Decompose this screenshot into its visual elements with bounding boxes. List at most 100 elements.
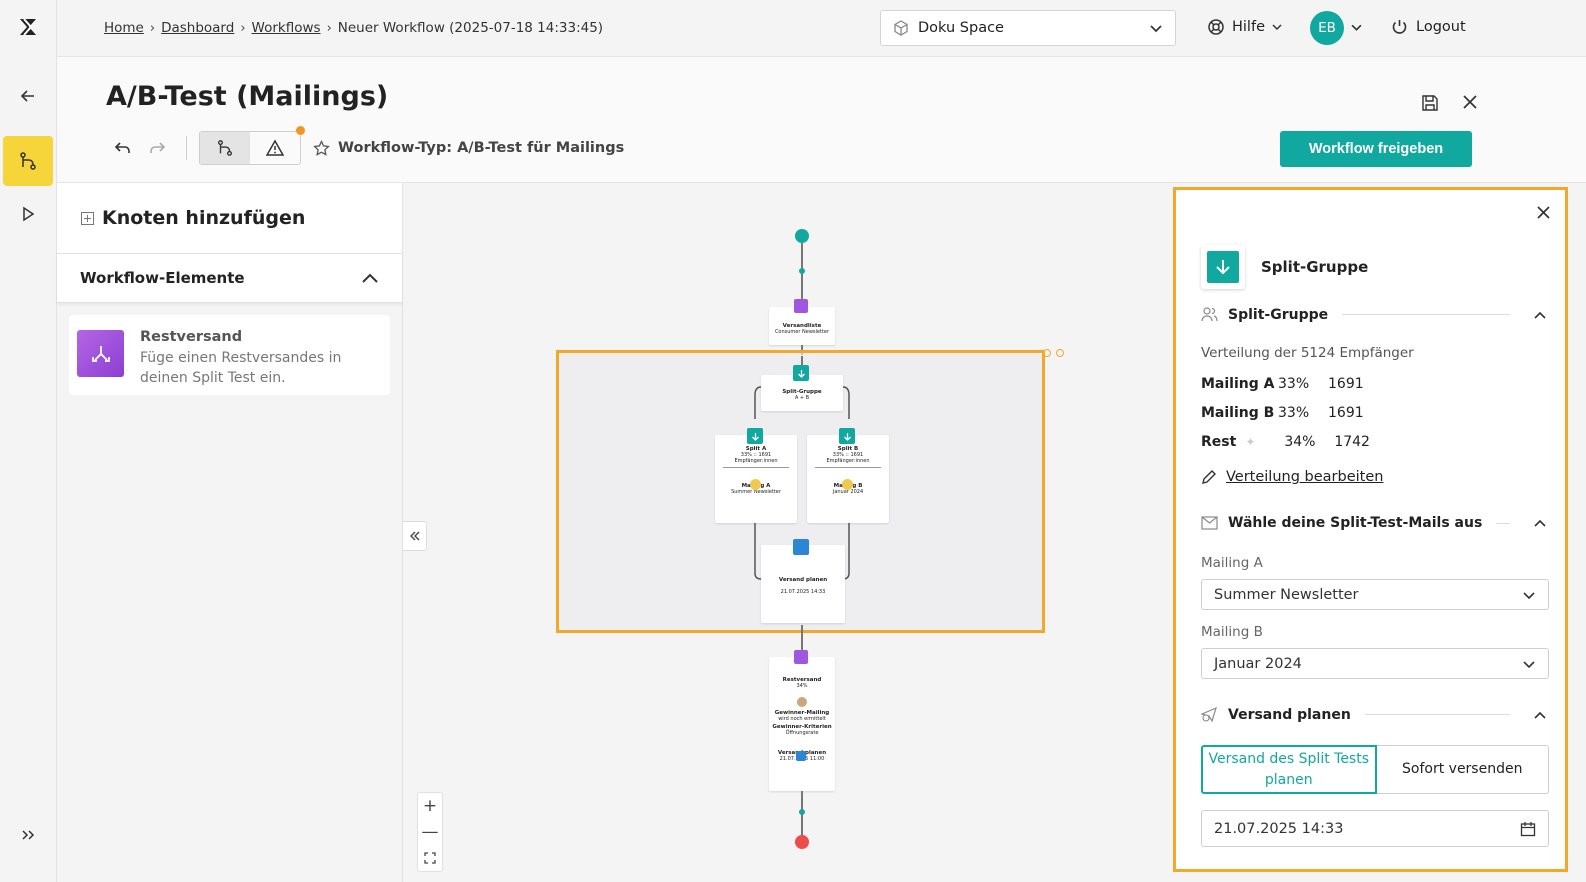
breadcrumb-dashboard[interactable]: Dashboard (161, 20, 234, 36)
collapse-panel-button[interactable] (403, 521, 427, 551)
avatar[interactable]: EB (1310, 11, 1344, 45)
fit-view-icon[interactable] (418, 845, 442, 871)
send-clock-icon (1201, 706, 1217, 723)
node-rest[interactable]: Restversand 34% Gewinner-Mailing wird no… (769, 657, 835, 791)
distribution-name: Rest (1201, 434, 1237, 450)
calendar-icon[interactable] (1520, 821, 1536, 837)
expand-rail-icon[interactable] (3, 810, 53, 860)
distribution-percent: 33% (1278, 405, 1310, 421)
node-settings-panel: Split-Gruppe Split-Gruppe Verteilung der… (1173, 187, 1568, 872)
back-arrow-icon[interactable] (3, 71, 53, 121)
send-mode-toggle: Versand des Split Tests planen Sofort ve… (1201, 745, 1549, 794)
date-value: 21.07.2025 14:33 (1214, 820, 1344, 837)
chevron-down-icon (1523, 591, 1535, 599)
app-logo-icon[interactable] (17, 16, 39, 38)
node-schedule[interactable]: Versand planen 21.07.2025 14:33 (761, 545, 845, 623)
section-divider (1342, 314, 1510, 315)
send-now-option[interactable]: Sofort versenden (1376, 745, 1549, 794)
notification-dot (296, 126, 305, 135)
start-node[interactable] (795, 229, 809, 243)
edit-distribution-link[interactable]: Verteilung bearbeiten (1201, 469, 1383, 485)
connector-dot (799, 809, 805, 815)
split-merge-icon (77, 330, 124, 377)
workflow-view-icon[interactable] (200, 132, 250, 164)
workflow-canvas[interactable]: Versandliste Consumer Newsletter Split-G… (403, 183, 1173, 882)
redo-icon[interactable] (140, 131, 174, 165)
workflow-editor-icon[interactable] (3, 136, 53, 186)
node-divider (723, 467, 789, 468)
breadcrumb-workflows[interactable]: Workflows (252, 20, 321, 36)
chevron-up-icon[interactable] (361, 272, 379, 284)
edit-distribution-label: Verteilung bearbeiten (1226, 469, 1384, 485)
split-icon (839, 428, 855, 444)
node-percent: 34% (796, 683, 808, 689)
section-title: Wähle deine Split-Test-Mails aus (1228, 515, 1483, 531)
logout-label: Logout (1416, 18, 1466, 35)
split-icon (747, 428, 763, 444)
close-icon[interactable] (1536, 205, 1551, 220)
page-title: A/B-Test (Mailings) (106, 81, 389, 112)
mailing-a-select[interactable]: Summer Newsletter (1201, 579, 1549, 610)
node-subtitle: Consumer Newsletter (774, 329, 830, 335)
winner-icon (797, 697, 807, 707)
node-subtitle: 21.07.2025 14:33 (780, 589, 826, 595)
chevron-up-icon[interactable] (1534, 519, 1546, 527)
chevrons-left-icon (409, 531, 419, 541)
mailing-b-select[interactable]: Januar 2024 (1201, 648, 1549, 679)
chevron-up-icon[interactable] (1534, 311, 1546, 319)
distribution-name: Mailing B (1201, 405, 1275, 421)
undo-icon[interactable] (106, 131, 140, 165)
end-node[interactable] (795, 835, 809, 849)
chevron-down-icon (1523, 660, 1535, 668)
distribution-name: Mailing A (1201, 376, 1275, 392)
top-bar: Home › Dashboard › Workflows › Neuer Wor… (57, 0, 1586, 57)
workflow-type-label: Workflow-Typ: A/B-Test für Mailings (338, 140, 625, 156)
star-icon[interactable] (313, 139, 330, 157)
close-icon[interactable] (1462, 94, 1478, 110)
space-select[interactable]: Doku Space (880, 10, 1176, 46)
mailing-a-label: Mailing A (1201, 555, 1263, 571)
warning-icon[interactable] (250, 132, 300, 164)
send-plane-icon (793, 539, 809, 555)
add-node-title: Knoten hinzufügen (102, 207, 306, 229)
handle-dot[interactable] (1056, 349, 1064, 357)
split-group-icon (1201, 245, 1245, 289)
rest-icon (794, 650, 808, 664)
mailing-icon (750, 479, 761, 490)
handle-dot[interactable] (1043, 349, 1051, 357)
page-header: A/B-Test (Mailings) Workflow-Typ: A/B-Te… (57, 57, 1586, 183)
lifebuoy-icon (1208, 19, 1224, 35)
section-title: Versand planen (1228, 706, 1351, 723)
node-card-restversand[interactable]: Restversand Füge einen Restversandes in … (69, 315, 390, 395)
chevron-up-icon[interactable] (1534, 711, 1546, 719)
schedule-split-test-option[interactable]: Versand des Split Tests planen (1201, 745, 1377, 794)
save-icon[interactable] (1421, 94, 1439, 112)
zoom-controls: + — (417, 792, 443, 872)
distribution-row: Rest ✦ 34% 1742 (1201, 434, 1370, 450)
release-workflow-button[interactable]: Workflow freigeben (1280, 131, 1472, 167)
add-node-header: Knoten hinzufügen (57, 183, 402, 254)
workflow-elements-title: Workflow-Elemente (80, 269, 245, 287)
node-line2: Empfänger:innen (826, 458, 870, 464)
power-icon (1392, 20, 1407, 34)
logout-button[interactable]: Logout (1391, 18, 1466, 35)
section-split-group[interactable]: Split-Gruppe (1201, 306, 1546, 323)
chevron-right-icon: › (326, 20, 332, 36)
play-icon[interactable] (3, 189, 53, 239)
breadcrumb-home[interactable]: Home (104, 20, 144, 36)
plus-square-icon (81, 211, 94, 225)
zoom-in-button[interactable]: + (418, 793, 442, 819)
distribution-count: 1691 (1328, 376, 1364, 392)
zoom-out-button[interactable]: — (418, 819, 442, 845)
panel-title: Split-Gruppe (1261, 258, 1369, 276)
help-menu[interactable]: Hilfe (1207, 18, 1282, 36)
chevron-down-icon (1150, 25, 1162, 33)
date-input[interactable]: 21.07.2025 14:33 (1201, 810, 1549, 847)
section-mails[interactable]: Wähle deine Split-Test-Mails aus (1201, 515, 1546, 531)
space-select-value: Doku Space (918, 20, 1004, 36)
section-title: Split-Gruppe (1228, 306, 1329, 323)
chevron-down-icon[interactable] (1351, 22, 1362, 33)
side-rail (0, 0, 57, 882)
workflow-elements-section[interactable]: Workflow-Elemente (57, 254, 402, 303)
section-schedule[interactable]: Versand planen (1201, 706, 1546, 723)
